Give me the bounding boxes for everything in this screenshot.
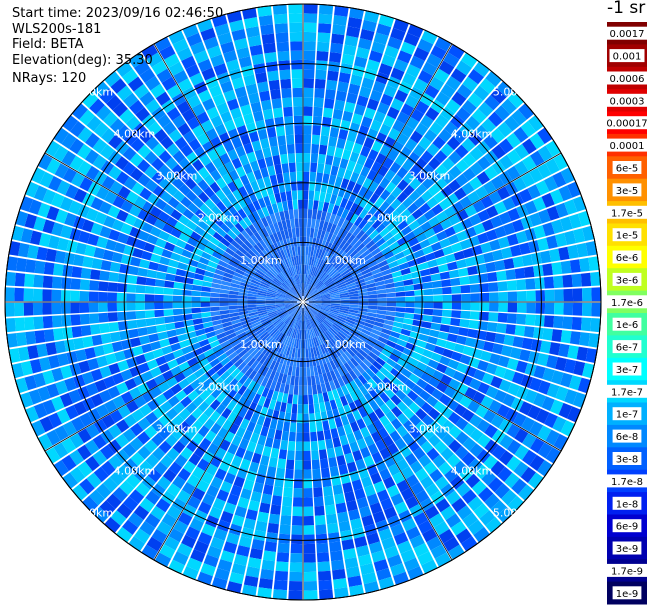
colorbar-label: 0.0001 [610,141,645,152]
colorbar-label: 1.7e-8 [611,477,643,488]
colorbar-label: 0.00017 [606,119,647,130]
colorbar-label: 1e-6 [616,320,639,331]
colorbar-label: 6e-7 [616,343,639,354]
colorbar-label: 1e-9 [616,589,639,600]
colorbar-label: 1e-7 [616,410,639,421]
colorbar-label: 3e-6 [616,275,639,286]
colorbar-label: 1.7e-5 [611,208,643,219]
colorbar-label: 0.0017 [610,29,645,40]
colorbar-label: 1.7e-7 [611,387,643,398]
colorbar-label: 6e-5 [616,164,639,175]
colorbar-label: 1.7e-6 [611,298,643,309]
colorbar-label: 1.7e-9 [611,566,643,577]
colorbar-label: 0.0003 [610,96,645,107]
colorbar-label: 6e-9 [616,522,639,533]
colorbar-label: 3e-5 [616,186,639,197]
colorbar-label: 0.001 [613,52,642,63]
colorbar-label: 1e-5 [616,231,639,242]
colorbar-label: 3e-9 [616,544,639,555]
colorbar-label: 6e-6 [616,253,639,264]
colorbar-label: 3e-7 [616,365,639,376]
colorbar-label: 3e-8 [616,455,639,466]
colorbar-label: 0.0006 [610,74,645,85]
colorbar: 0.0017 0.001 0.0006 0.0003 0.00017 0.0001 6e-5… [603,22,647,605]
colorbar-label: 6e-8 [616,432,639,443]
colorbar-label: 1e-8 [616,499,639,510]
